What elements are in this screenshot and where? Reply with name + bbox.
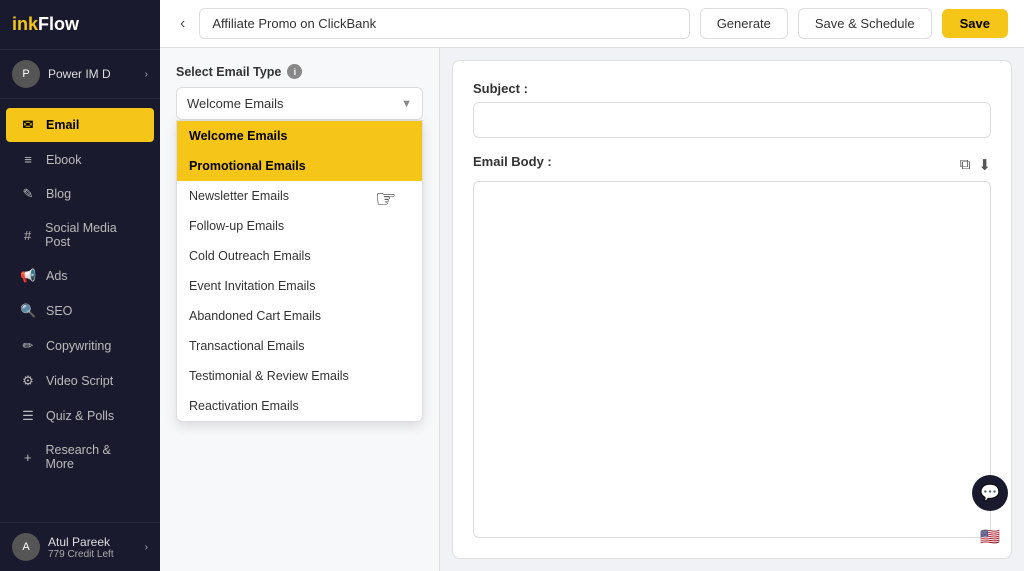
sidebar-item-label: Video Script	[46, 374, 113, 388]
sidebar-item-ebook[interactable]: ≡ Ebook	[6, 143, 154, 176]
sidebar-item-video[interactable]: ⚙ Video Script	[6, 364, 154, 398]
sidebar-item-email[interactable]: ✉ Email	[6, 108, 154, 142]
dropdown-option-promotional[interactable]: Promotional Emails	[177, 151, 422, 181]
dropdown-option-reactivation[interactable]: Reactivation Emails	[177, 391, 422, 421]
dropdown-option-abandoned[interactable]: Abandoned Cart Emails	[177, 301, 422, 331]
ads-icon: 📢	[20, 268, 36, 284]
body-section: Email Body : ⧉ ⬇	[473, 154, 991, 538]
sidebar-item-ads[interactable]: 📢 Ads	[6, 259, 154, 293]
ebook-icon: ≡	[20, 152, 36, 167]
save-button[interactable]: Save	[942, 9, 1008, 38]
bottom-user-name: Atul Pareek	[48, 535, 145, 549]
project-title-input[interactable]	[199, 8, 689, 39]
nav-section: ✉ Email ≡ Ebook ✎ Blog # Social Media Po…	[0, 99, 160, 522]
logo-area: inkFlow	[0, 0, 160, 50]
chevron-right-icon: ›	[145, 69, 148, 80]
dropdown-option-event[interactable]: Event Invitation Emails	[177, 271, 422, 301]
email-type-dropdown-wrapper: Welcome Emails ▼ Welcome Emails Promotio…	[176, 87, 423, 120]
bottom-user-info: Atul Pareek 779 Credit Left	[48, 535, 145, 560]
body-header: Email Body : ⧉ ⬇	[473, 154, 991, 175]
sidebar: inkFlow P Power IM D › ✉ Email ≡ Ebook ✎…	[0, 0, 160, 571]
dropdown-selected-value: Welcome Emails	[187, 96, 284, 111]
flag-button[interactable]: 🇺🇸	[972, 519, 1008, 555]
sidebar-item-seo[interactable]: 🔍 SEO	[6, 294, 154, 328]
floating-icons: 💬 🇺🇸	[972, 475, 1008, 555]
dropdown-option-welcome[interactable]: Welcome Emails	[177, 121, 422, 151]
dropdown-option-newsletter[interactable]: Newsletter Emails	[177, 181, 422, 211]
quiz-icon: ☰	[20, 408, 36, 424]
topbar: ‹ Generate Save & Schedule Save	[160, 0, 1024, 48]
avatar: P	[12, 60, 40, 88]
video-icon: ⚙	[20, 373, 36, 389]
right-panel: Subject : Email Body : ⧉ ⬇	[452, 60, 1012, 559]
dropdown-option-cold[interactable]: Cold Outreach Emails	[177, 241, 422, 271]
chat-button[interactable]: 💬	[972, 475, 1008, 511]
sidebar-item-label: Copywriting	[46, 339, 111, 353]
blog-icon: ✎	[20, 186, 36, 202]
dropdown-option-testimonial[interactable]: Testimonial & Review Emails	[177, 361, 422, 391]
sidebar-item-social[interactable]: # Social Media Post	[6, 212, 154, 258]
sidebar-item-blog[interactable]: ✎ Blog	[6, 177, 154, 211]
main: ‹ Generate Save & Schedule Save Select E…	[160, 0, 1024, 571]
email-type-dropdown[interactable]: Welcome Emails ▼	[176, 87, 423, 120]
user-name: Power IM D	[48, 67, 145, 81]
user-area[interactable]: P Power IM D ›	[0, 50, 160, 99]
bottom-user-area: A Atul Pareek 779 Credit Left ›	[0, 522, 160, 571]
download-button[interactable]: ⬇	[978, 156, 991, 174]
research-icon: +	[20, 450, 36, 465]
sidebar-item-label: Research & More	[46, 443, 140, 471]
bottom-avatar: A	[12, 533, 40, 561]
sidebar-item-label: Social Media Post	[45, 221, 140, 249]
subject-section: Subject :	[473, 81, 991, 138]
logo: inkFlow	[12, 14, 79, 35]
subject-input[interactable]	[473, 102, 991, 138]
seo-icon: 🔍	[20, 303, 36, 319]
collapse-button[interactable]: ‹	[176, 11, 189, 37]
content-area: Select Email Type i Welcome Emails ▼ Wel…	[160, 48, 1024, 571]
save-schedule-button[interactable]: Save & Schedule	[798, 8, 932, 39]
credit-count: 779 Credit Left	[48, 549, 145, 560]
email-type-label: Select Email Type i	[176, 64, 423, 79]
body-label: Email Body :	[473, 154, 552, 169]
sidebar-item-label: Email	[46, 118, 79, 132]
sidebar-item-copywriting[interactable]: ✏ Copywriting	[6, 329, 154, 363]
social-icon: #	[20, 228, 35, 243]
sidebar-item-label: Ebook	[46, 153, 81, 167]
copywriting-icon: ✏	[20, 338, 36, 354]
subject-label: Subject :	[473, 81, 991, 96]
left-panel: Select Email Type i Welcome Emails ▼ Wel…	[160, 48, 440, 571]
dropdown-arrow-icon: ▼	[401, 98, 412, 110]
sidebar-item-label: SEO	[46, 304, 72, 318]
sidebar-item-research[interactable]: + Research & More	[6, 434, 154, 480]
info-icon[interactable]: i	[287, 64, 302, 79]
generate-button[interactable]: Generate	[700, 8, 788, 39]
sidebar-item-label: Ads	[46, 269, 68, 283]
bottom-chevron-icon: ›	[145, 542, 148, 553]
email-body-textarea[interactable]	[473, 181, 991, 538]
sidebar-item-label: Quiz & Polls	[46, 409, 114, 423]
body-actions: ⧉ ⬇	[960, 156, 991, 174]
dropdown-option-transactional[interactable]: Transactional Emails	[177, 331, 422, 361]
sidebar-item-quiz[interactable]: ☰ Quiz & Polls	[6, 399, 154, 433]
dropdown-option-followup[interactable]: Follow-up Emails	[177, 211, 422, 241]
sidebar-item-label: Blog	[46, 187, 71, 201]
email-icon: ✉	[20, 117, 36, 133]
copy-button[interactable]: ⧉	[960, 156, 971, 174]
email-type-dropdown-menu: Welcome Emails Promotional Emails Newsle…	[176, 120, 423, 422]
